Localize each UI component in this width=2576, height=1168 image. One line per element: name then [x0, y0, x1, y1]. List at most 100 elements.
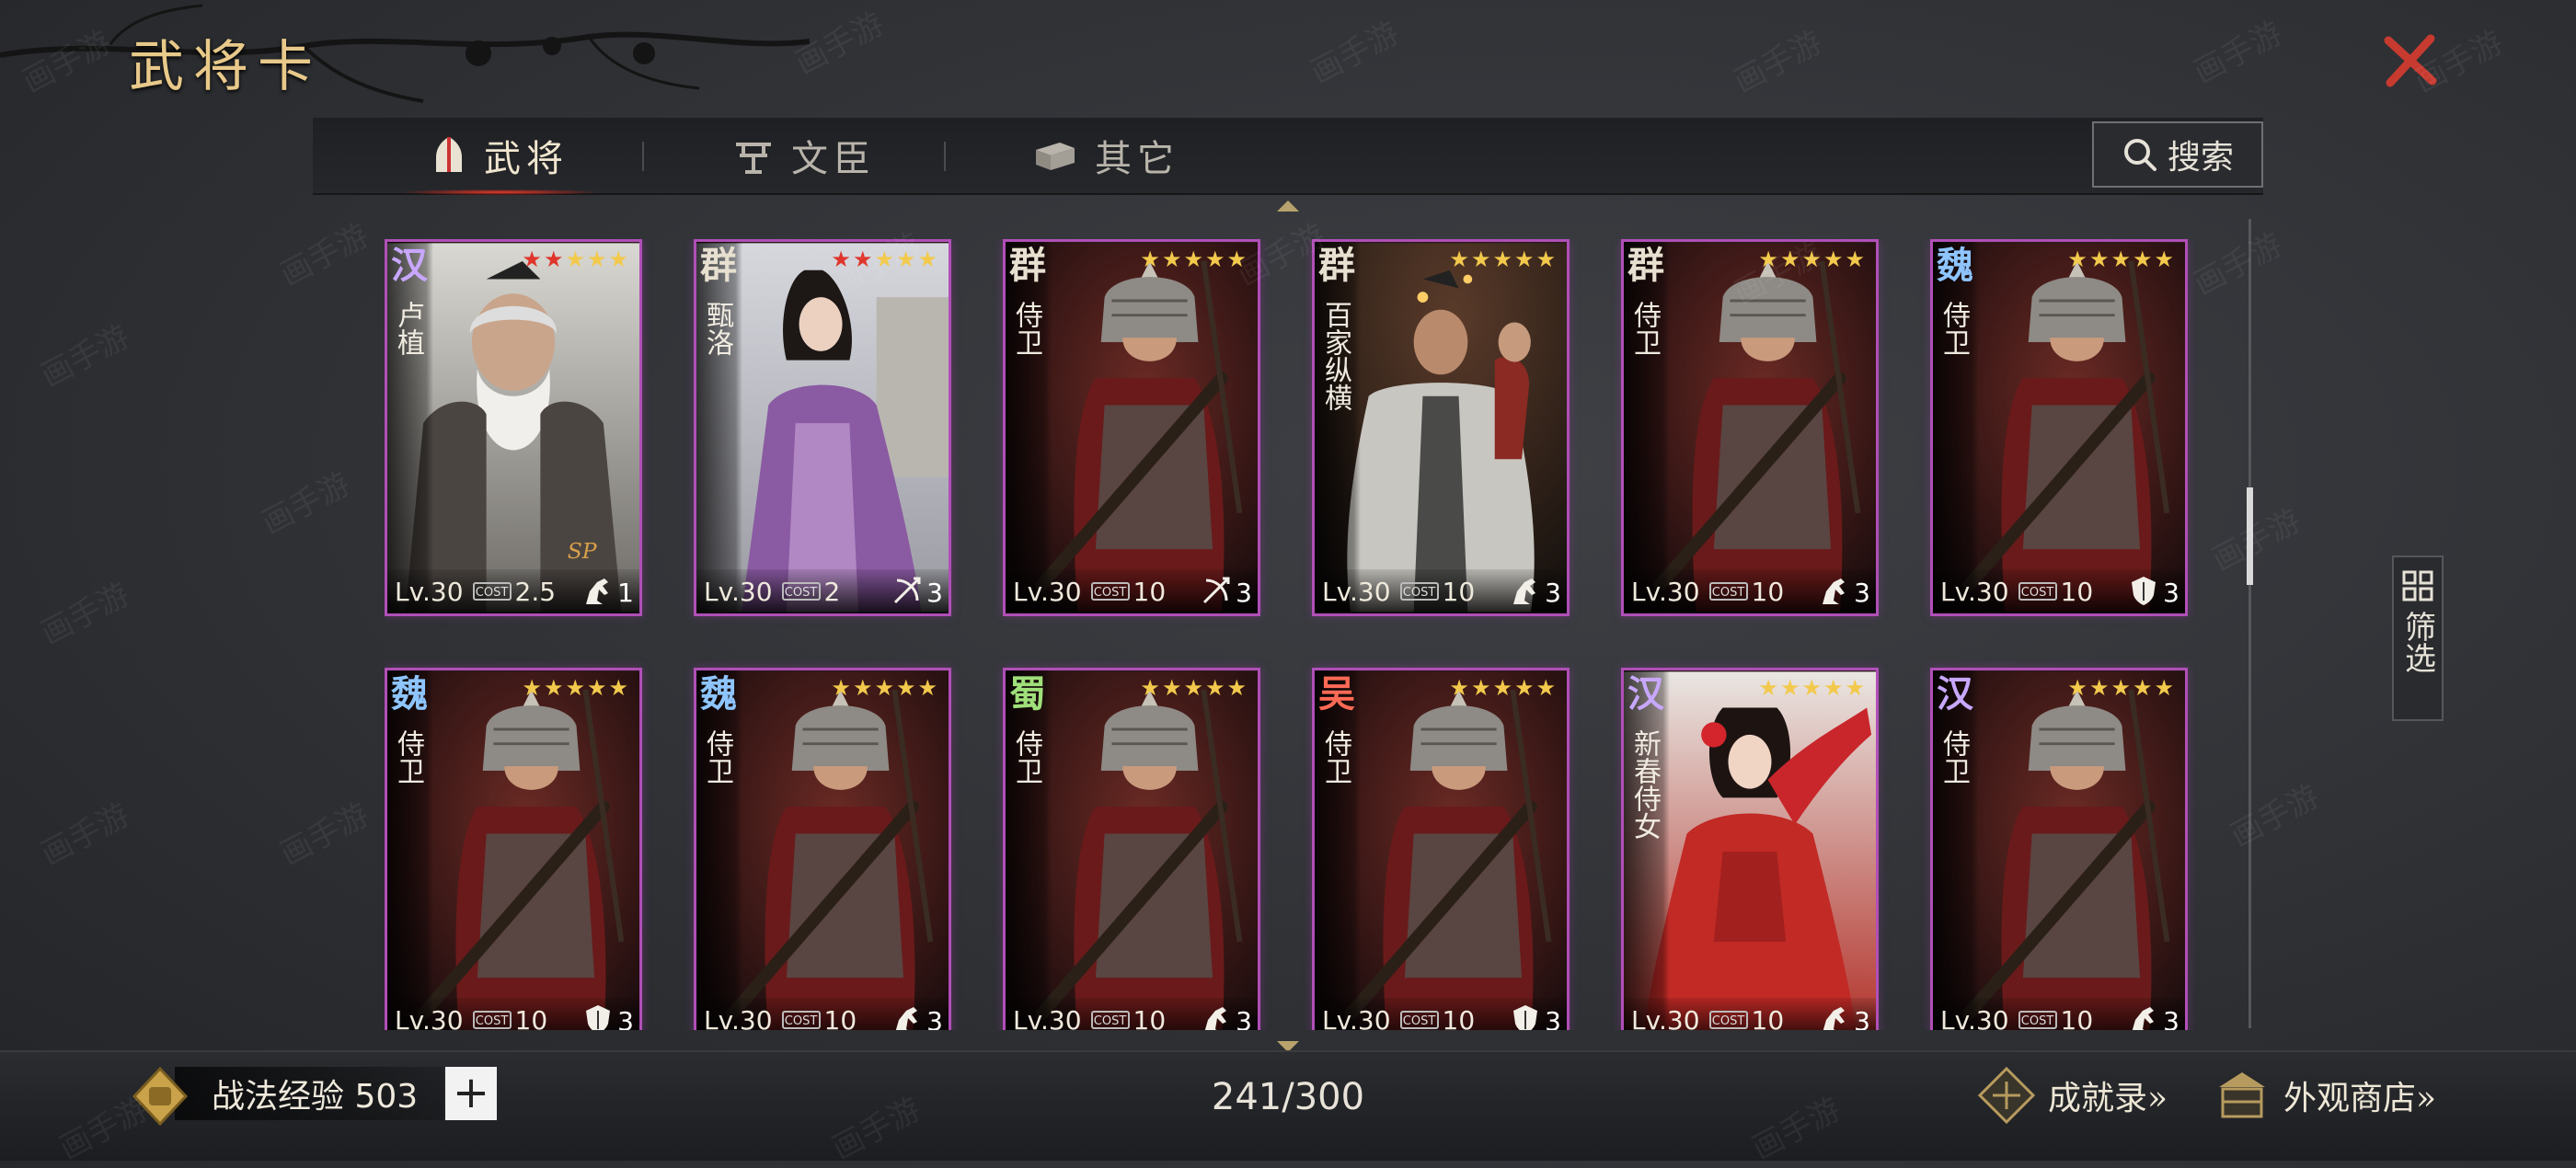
general-card[interactable]: 群甄洛 ★ ★ ★ ★ ★ Lv.30 COST 2 3	[694, 239, 951, 616]
star-icon: ★	[1161, 246, 1182, 272]
star-rating: ★ ★ ★ ★ ★	[1449, 247, 1556, 271]
card-side-shade	[1315, 670, 1361, 1030]
tab-divider	[642, 142, 644, 171]
star-rating: ★ ★ ★ ★ ★	[1140, 676, 1247, 700]
tab-others[interactable]: 其它	[1032, 118, 1179, 193]
star-icon: ★	[1226, 675, 1247, 701]
star-icon: ★	[2110, 246, 2131, 272]
category-tab-bar: 武将 文臣 其它	[313, 118, 2263, 195]
shield-icon	[2132, 577, 2156, 605]
star-icon: ★	[2154, 675, 2174, 701]
star-icon: ★	[874, 675, 894, 701]
cost-value: 10	[1751, 576, 1785, 607]
watermark-text: 画手游	[35, 317, 136, 395]
card-count: 3	[1545, 578, 1561, 608]
general-card[interactable]: 汉新春侍女 ★ ★ ★ ★ ★ Lv.30 COST 10 3	[1621, 668, 1879, 1030]
level-text: Lv.30	[704, 576, 773, 607]
watermark-text: 画手游	[1305, 14, 1406, 92]
star-icon: ★	[586, 246, 607, 272]
star-rating: ★ ★ ★ ★ ★	[522, 676, 628, 700]
watermark-text: 画手游	[2409, 23, 2510, 101]
general-card[interactable]: 群百家纵横 ★ ★ ★ ★ ★ Lv.30 COST 10 3	[1312, 239, 1570, 616]
star-rating: ★ ★ ★ ★ ★	[831, 676, 937, 700]
branch-decoration	[0, 4, 811, 103]
faction-label: 魏	[1937, 244, 1973, 287]
filter-button[interactable]: 筛选	[2392, 555, 2444, 721]
faction-label: 蜀	[1009, 672, 1046, 716]
star-icon: ★	[543, 246, 564, 272]
search-button[interactable]: 搜索	[2092, 121, 2263, 188]
star-icon: ★	[1823, 675, 1844, 701]
appearance-shop-button[interactable]: 外观商店»	[2212, 1065, 2436, 1126]
cost-icon: COST	[2018, 582, 2057, 601]
star-icon: ★	[1513, 675, 1535, 701]
card-count: 3	[1236, 578, 1252, 608]
cost-value: 10	[514, 1004, 548, 1031]
card-side-shade	[696, 242, 742, 613]
general-card[interactable]: 魏侍卫 ★ ★ ★ ★ ★ Lv.30 COST 10 3	[385, 668, 642, 1030]
star-icon: ★	[1204, 675, 1225, 701]
shield-icon	[1513, 1005, 1537, 1030]
general-name: 侍卫	[1010, 301, 1042, 356]
card-count: 1	[617, 578, 634, 608]
achievements-button[interactable]: 成就录»	[1976, 1065, 2168, 1126]
watermark-text: 画手游	[2225, 777, 2326, 855]
cost-value: 10	[1133, 1004, 1167, 1031]
star-icon: ★	[1535, 675, 1556, 701]
star-icon: ★	[1183, 675, 1203, 701]
faction-label: 汉	[391, 244, 428, 287]
cost-icon: COST	[1399, 582, 1439, 601]
appearance-shop-label: 外观商店»	[2283, 1080, 2437, 1117]
general-name: 侍卫	[1628, 301, 1661, 356]
general-name: 侍卫	[1938, 729, 1970, 784]
scrollbar-track[interactable]	[2248, 219, 2251, 1028]
watermark-text: 画手游	[35, 575, 136, 653]
general-card[interactable]: 吴侍卫 ★ ★ ★ ★ ★ Lv.30 COST 10 3	[1312, 668, 1570, 1030]
star-rating: ★ ★ ★ ★ ★	[522, 247, 628, 271]
search-label: 搜索	[2167, 139, 2234, 177]
star-rating: ★ ★ ★ ★ ★	[2067, 676, 2174, 700]
card-side-shade	[696, 670, 742, 1030]
cavalry-icon	[1823, 1007, 1845, 1030]
card-count: 3	[1854, 578, 1870, 608]
scholar-icon	[736, 143, 771, 174]
star-icon: ★	[1492, 246, 1512, 272]
tab-label: 文臣	[791, 138, 876, 180]
general-card[interactable]: 魏侍卫 ★ ★ ★ ★ ★ Lv.30 COST 10 3	[1930, 239, 2188, 616]
star-icon: ★	[917, 675, 937, 701]
general-name: 百家纵横	[1319, 301, 1351, 411]
star-icon: ★	[1845, 246, 1865, 272]
star-icon: ★	[1470, 675, 1491, 701]
cost-value: 10	[1442, 1004, 1476, 1031]
general-card[interactable]: 群侍卫 ★ ★ ★ ★ ★ Lv.30 COST 10 3	[1003, 239, 1260, 616]
shield-icon	[586, 1005, 610, 1030]
card-count: 3	[1545, 1006, 1561, 1030]
card-count: 3	[617, 1006, 634, 1030]
general-card[interactable]: 汉侍卫 ★ ★ ★ ★ ★ Lv.30 COST 10 3	[1930, 668, 2188, 1030]
cost-value: 10	[823, 1004, 857, 1031]
tab-generals[interactable]: 武将	[403, 118, 596, 195]
general-card[interactable]: 魏侍卫 ★ ★ ★ ★ ★ Lv.30 COST 10 3	[694, 668, 951, 1030]
general-name: 侍卫	[1010, 729, 1042, 784]
general-name: 侍卫	[392, 729, 424, 784]
general-card[interactable]: SP 汉卢植 ★ ★ ★ ★ ★ Lv.30 COST 2.5 1	[385, 239, 642, 616]
star-icon: ★	[831, 675, 851, 701]
faction-label: 吴	[1318, 672, 1355, 716]
watermark-text: 画手游	[1728, 23, 1829, 101]
general-name: 侍卫	[701, 729, 733, 784]
star-icon: ★	[565, 246, 585, 272]
add-exp-button[interactable]: +	[445, 1067, 497, 1120]
star-icon: ★	[1801, 675, 1822, 701]
star-icon: ★	[543, 675, 564, 701]
tab-divider	[944, 142, 946, 171]
general-card[interactable]: 蜀侍卫 ★ ★ ★ ★ ★ Lv.30 COST 10 3	[1003, 668, 1260, 1030]
achievement-icon	[1977, 1066, 2036, 1125]
tab-ministers[interactable]: 文臣	[732, 118, 876, 193]
watermark-text: 画手游	[35, 796, 136, 874]
star-icon: ★	[1470, 246, 1491, 272]
star-icon: ★	[522, 675, 542, 701]
card-side-shade	[1933, 242, 1979, 613]
cavalry-icon	[1513, 578, 1535, 604]
star-icon: ★	[608, 246, 628, 272]
search-icon	[2123, 139, 2156, 171]
